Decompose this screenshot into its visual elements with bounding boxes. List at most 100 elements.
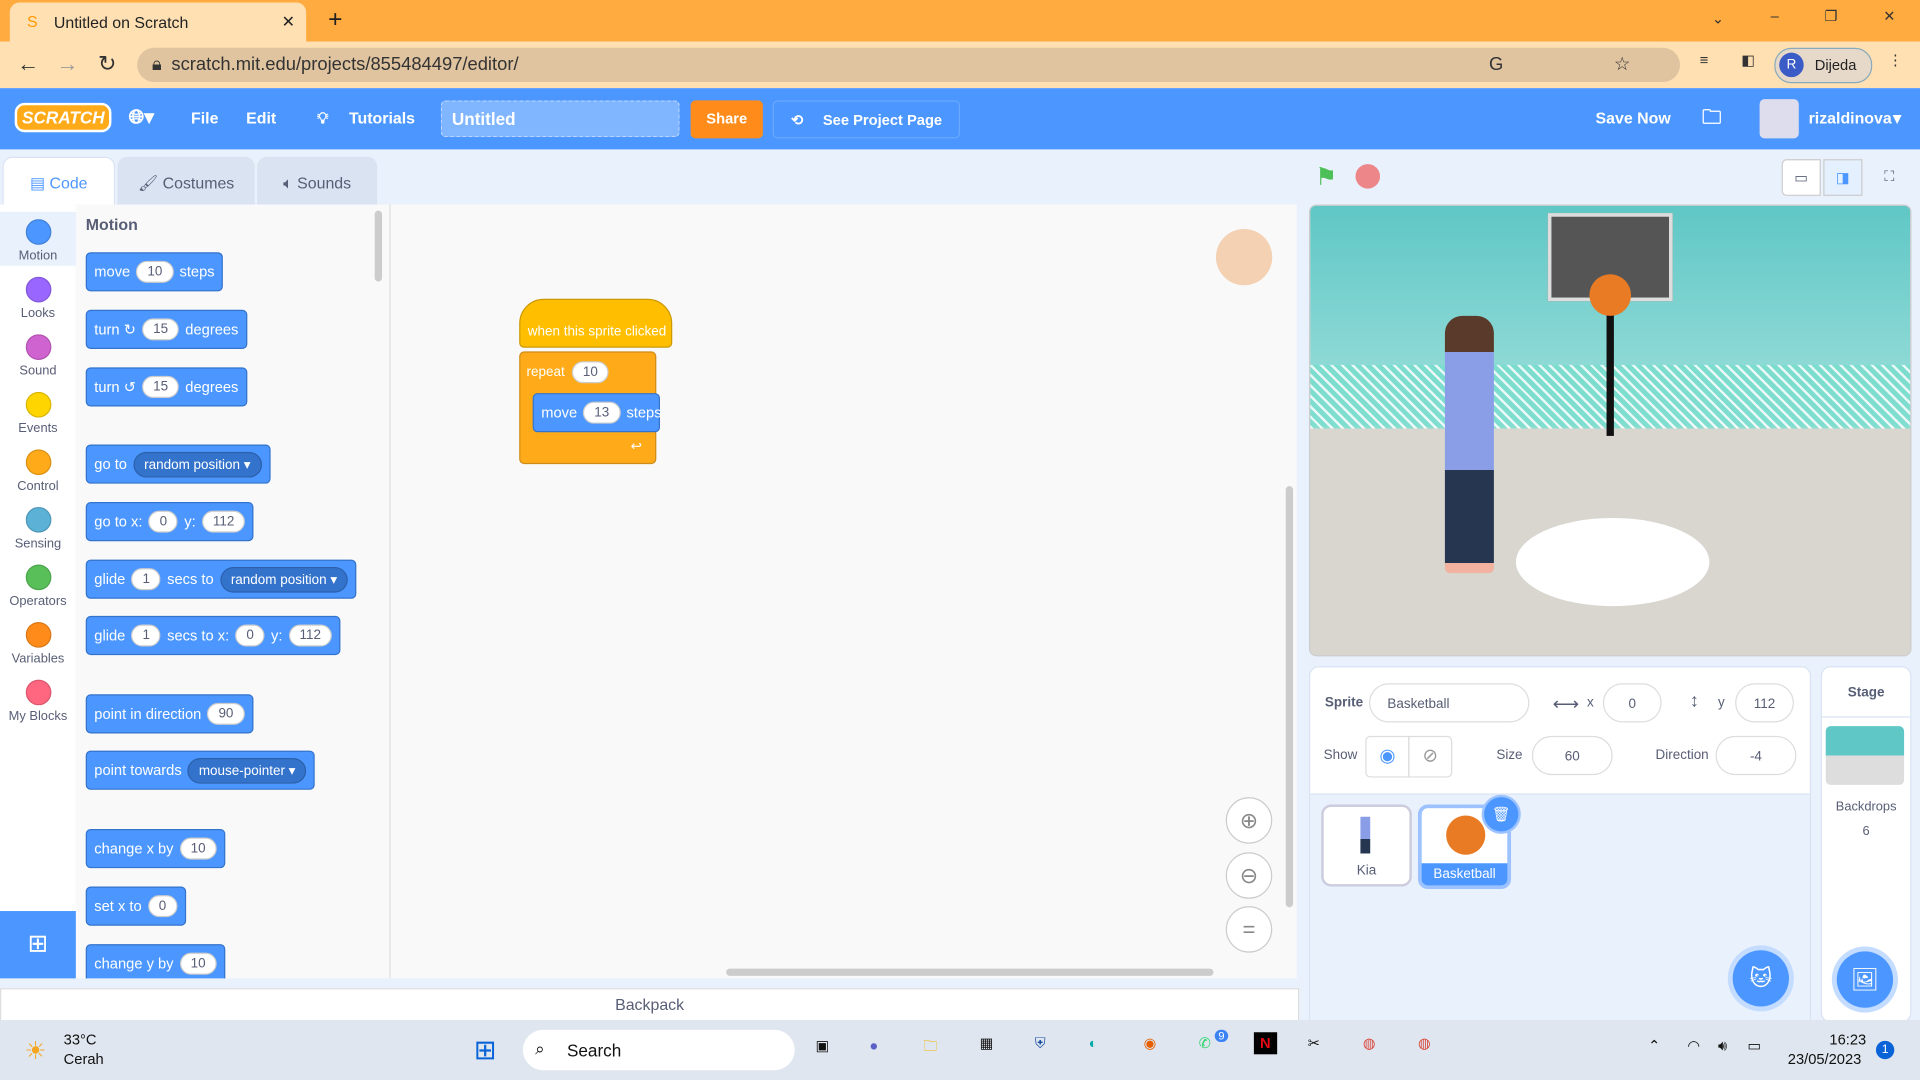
notification-badge[interactable]: 1 — [1875, 1040, 1895, 1060]
minimize-icon[interactable]: – — [1771, 7, 1779, 24]
block-number-input[interactable]: 0 — [147, 895, 178, 918]
x-input[interactable]: 0 — [1602, 683, 1662, 723]
block-number-input[interactable]: 112 — [201, 510, 246, 533]
direction-input[interactable]: -4 — [1715, 735, 1797, 776]
palette-scrollbar[interactable] — [374, 210, 383, 282]
my-stuff-folder-icon[interactable]: 🗀 — [1702, 88, 1722, 149]
back-icon[interactable]: ← — [17, 51, 39, 77]
vertical-scrollbar[interactable] — [1285, 486, 1294, 908]
hide-eye-slash-icon[interactable]: ⊘ — [1408, 735, 1453, 778]
reset-zoom-icon[interactable]: = — [1225, 906, 1273, 953]
add-extension-button[interactable]: ⊞ — [0, 911, 76, 979]
clock-time[interactable]: 16:23 — [1829, 1031, 1866, 1048]
store-icon[interactable]: ▦ — [980, 1035, 994, 1052]
windows-start-icon[interactable]: ⊞ — [474, 1035, 497, 1067]
block-number-input[interactable]: 0 — [235, 624, 265, 647]
clock-date[interactable]: 23/05/2023 — [1788, 1051, 1862, 1068]
block-number-input[interactable]: 10 — [179, 952, 217, 975]
reload-icon[interactable]: ↻ — [98, 51, 116, 77]
profile-button[interactable]: R Dijeda — [1774, 47, 1873, 84]
share-button[interactable]: Share — [690, 100, 763, 139]
media-icon[interactable]: ≡ — [1700, 51, 1709, 68]
tab-search-icon[interactable]: ⌄ — [1712, 10, 1724, 27]
wifi-icon[interactable]: ◠ — [1687, 1037, 1700, 1054]
block-number-input[interactable]: 1 — [131, 624, 162, 647]
block-palette[interactable]: Motion move 10 steps turn ↻ 15 degrees turn ↺ 1… — [75, 204, 391, 979]
file-explorer-icon[interactable]: 🗀 — [923, 1035, 938, 1061]
palette-block[interactable]: set x to 0 — [85, 886, 186, 926]
block-number-input[interactable]: 0 — [148, 510, 179, 533]
teams-chat-icon[interactable]: ● — [869, 1037, 878, 1054]
palette-block[interactable]: turn ↻ 15 degrees — [85, 309, 247, 349]
palette-block[interactable]: go to x: 0 y: 112 — [85, 502, 254, 542]
palette-block[interactable]: move 10 steps — [85, 252, 224, 292]
volume-icon[interactable]: 🔊︎ — [1718, 1037, 1727, 1055]
chrome-icon[interactable]: ◍ — [1363, 1035, 1376, 1052]
category-variables[interactable]: Variables — [0, 615, 76, 669]
snipping-tool-icon[interactable]: ✂ — [1308, 1035, 1320, 1052]
block-dropdown[interactable]: random position ▾ — [219, 566, 349, 593]
tab-sounds[interactable]: 🔈︎ Sounds — [257, 156, 378, 206]
palette-block[interactable]: change x by 10 — [85, 828, 226, 869]
choose-sprite-cat-icon[interactable]: 🐱︎ — [1732, 950, 1789, 1007]
close-window-icon[interactable]: ✕ — [1883, 7, 1895, 24]
block-number-input[interactable]: 10 — [136, 260, 174, 283]
stage-kia-sprite[interactable] — [1444, 315, 1494, 574]
save-now-button[interactable]: Save Now — [1596, 88, 1671, 149]
block-number-input[interactable]: 15 — [142, 375, 180, 398]
y-input[interactable]: 112 — [1735, 683, 1794, 723]
sprite-thumb-kia[interactable]: Kia — [1321, 804, 1412, 887]
block-number-input[interactable]: 112 — [288, 624, 333, 647]
palette-block[interactable]: glide 1 secs to x: 0 y: 112 — [85, 615, 341, 656]
fullscreen-icon[interactable]: ⛶ — [1871, 159, 1908, 193]
stop-icon[interactable] — [1355, 164, 1381, 189]
weather-temp[interactable]: 33°C — [64, 1031, 97, 1048]
close-tab-icon[interactable]: ✕ — [282, 12, 295, 32]
block-number-input[interactable]: 15 — [142, 318, 180, 341]
category-looks[interactable]: Looks — [0, 269, 76, 323]
delete-sprite-trash-icon[interactable]: 🗑︎ — [1481, 794, 1521, 834]
browser-menu-icon[interactable]: ⋮ — [1888, 51, 1903, 68]
category-sensing[interactable]: Sensing — [0, 500, 76, 554]
show-visible-eye-icon[interactable]: ◉ — [1365, 735, 1410, 778]
defender-icon[interactable]: ⛨ — [1035, 1035, 1046, 1053]
stage-selector[interactable]: Stage Backdrops 6 🖼︎ — [1820, 666, 1912, 1023]
block-dropdown[interactable]: random position ▾ — [133, 451, 262, 477]
forward-icon[interactable]: → — [56, 51, 78, 77]
palette-block[interactable]: change y by 10 — [85, 944, 226, 979]
palette-block[interactable]: turn ↺ 15 degrees — [85, 367, 247, 407]
user-menu[interactable]: rizaldinova — [1809, 88, 1892, 149]
block-number-input[interactable]: 90 — [207, 702, 245, 725]
maximize-icon[interactable]: ❐ — [1825, 7, 1838, 24]
new-tab-icon[interactable]: + — [328, 6, 342, 34]
green-flag-icon[interactable]: ⚑ — [1315, 162, 1337, 193]
zoom-out-icon[interactable]: ⊖ — [1225, 852, 1273, 899]
url-bar[interactable]: 🔒︎ scratch.mit.edu/projects/855484497/edi… — [137, 47, 1681, 83]
see-project-page-button[interactable]: ⟲ See Project Page — [772, 100, 961, 139]
tray-chevron-up-icon[interactable]: ⌃ — [1648, 1037, 1660, 1054]
user-chevron-down-icon[interactable]: ▾ — [1893, 88, 1901, 149]
project-title-input[interactable]: Untitled — [440, 100, 680, 138]
category-control[interactable]: Control — [0, 442, 76, 496]
language-globe-icon[interactable]: 🌐︎▾ — [129, 88, 155, 149]
repeat-count-input[interactable]: 10 — [571, 361, 609, 384]
when-sprite-clicked-hat-block[interactable]: when this sprite clicked — [519, 298, 673, 348]
user-avatar[interactable] — [1759, 99, 1799, 139]
netflix-icon[interactable]: N — [1253, 1032, 1277, 1055]
bookmark-star-icon[interactable]: ☆ — [1614, 48, 1630, 82]
palette-block[interactable]: point towards mouse-pointer ▾ — [85, 750, 316, 790]
script-workspace[interactable]: when this sprite clicked repeat 10 ↩ mov… — [390, 204, 1297, 979]
edit-menu[interactable]: Edit — [246, 88, 276, 149]
block-dropdown[interactable]: mouse-pointer ▾ — [187, 757, 307, 784]
task-view-icon[interactable]: ▣ — [816, 1037, 830, 1054]
category-motion[interactable]: Motion — [0, 211, 76, 266]
edge-icon[interactable]: ◐ — [1089, 1035, 1098, 1052]
chrome-profile-icon[interactable]: ◍ — [1418, 1035, 1431, 1052]
horizontal-scrollbar[interactable] — [726, 968, 1214, 976]
category-sound[interactable]: Sound — [0, 327, 76, 381]
palette-block[interactable]: point in direction 90 — [85, 694, 254, 734]
backpack[interactable]: Backpack — [0, 988, 1300, 1023]
sprite-name-input[interactable]: Basketball — [1368, 683, 1530, 723]
file-menu[interactable]: File — [191, 88, 218, 149]
category-my-blocks[interactable]: My Blocks — [0, 672, 76, 726]
